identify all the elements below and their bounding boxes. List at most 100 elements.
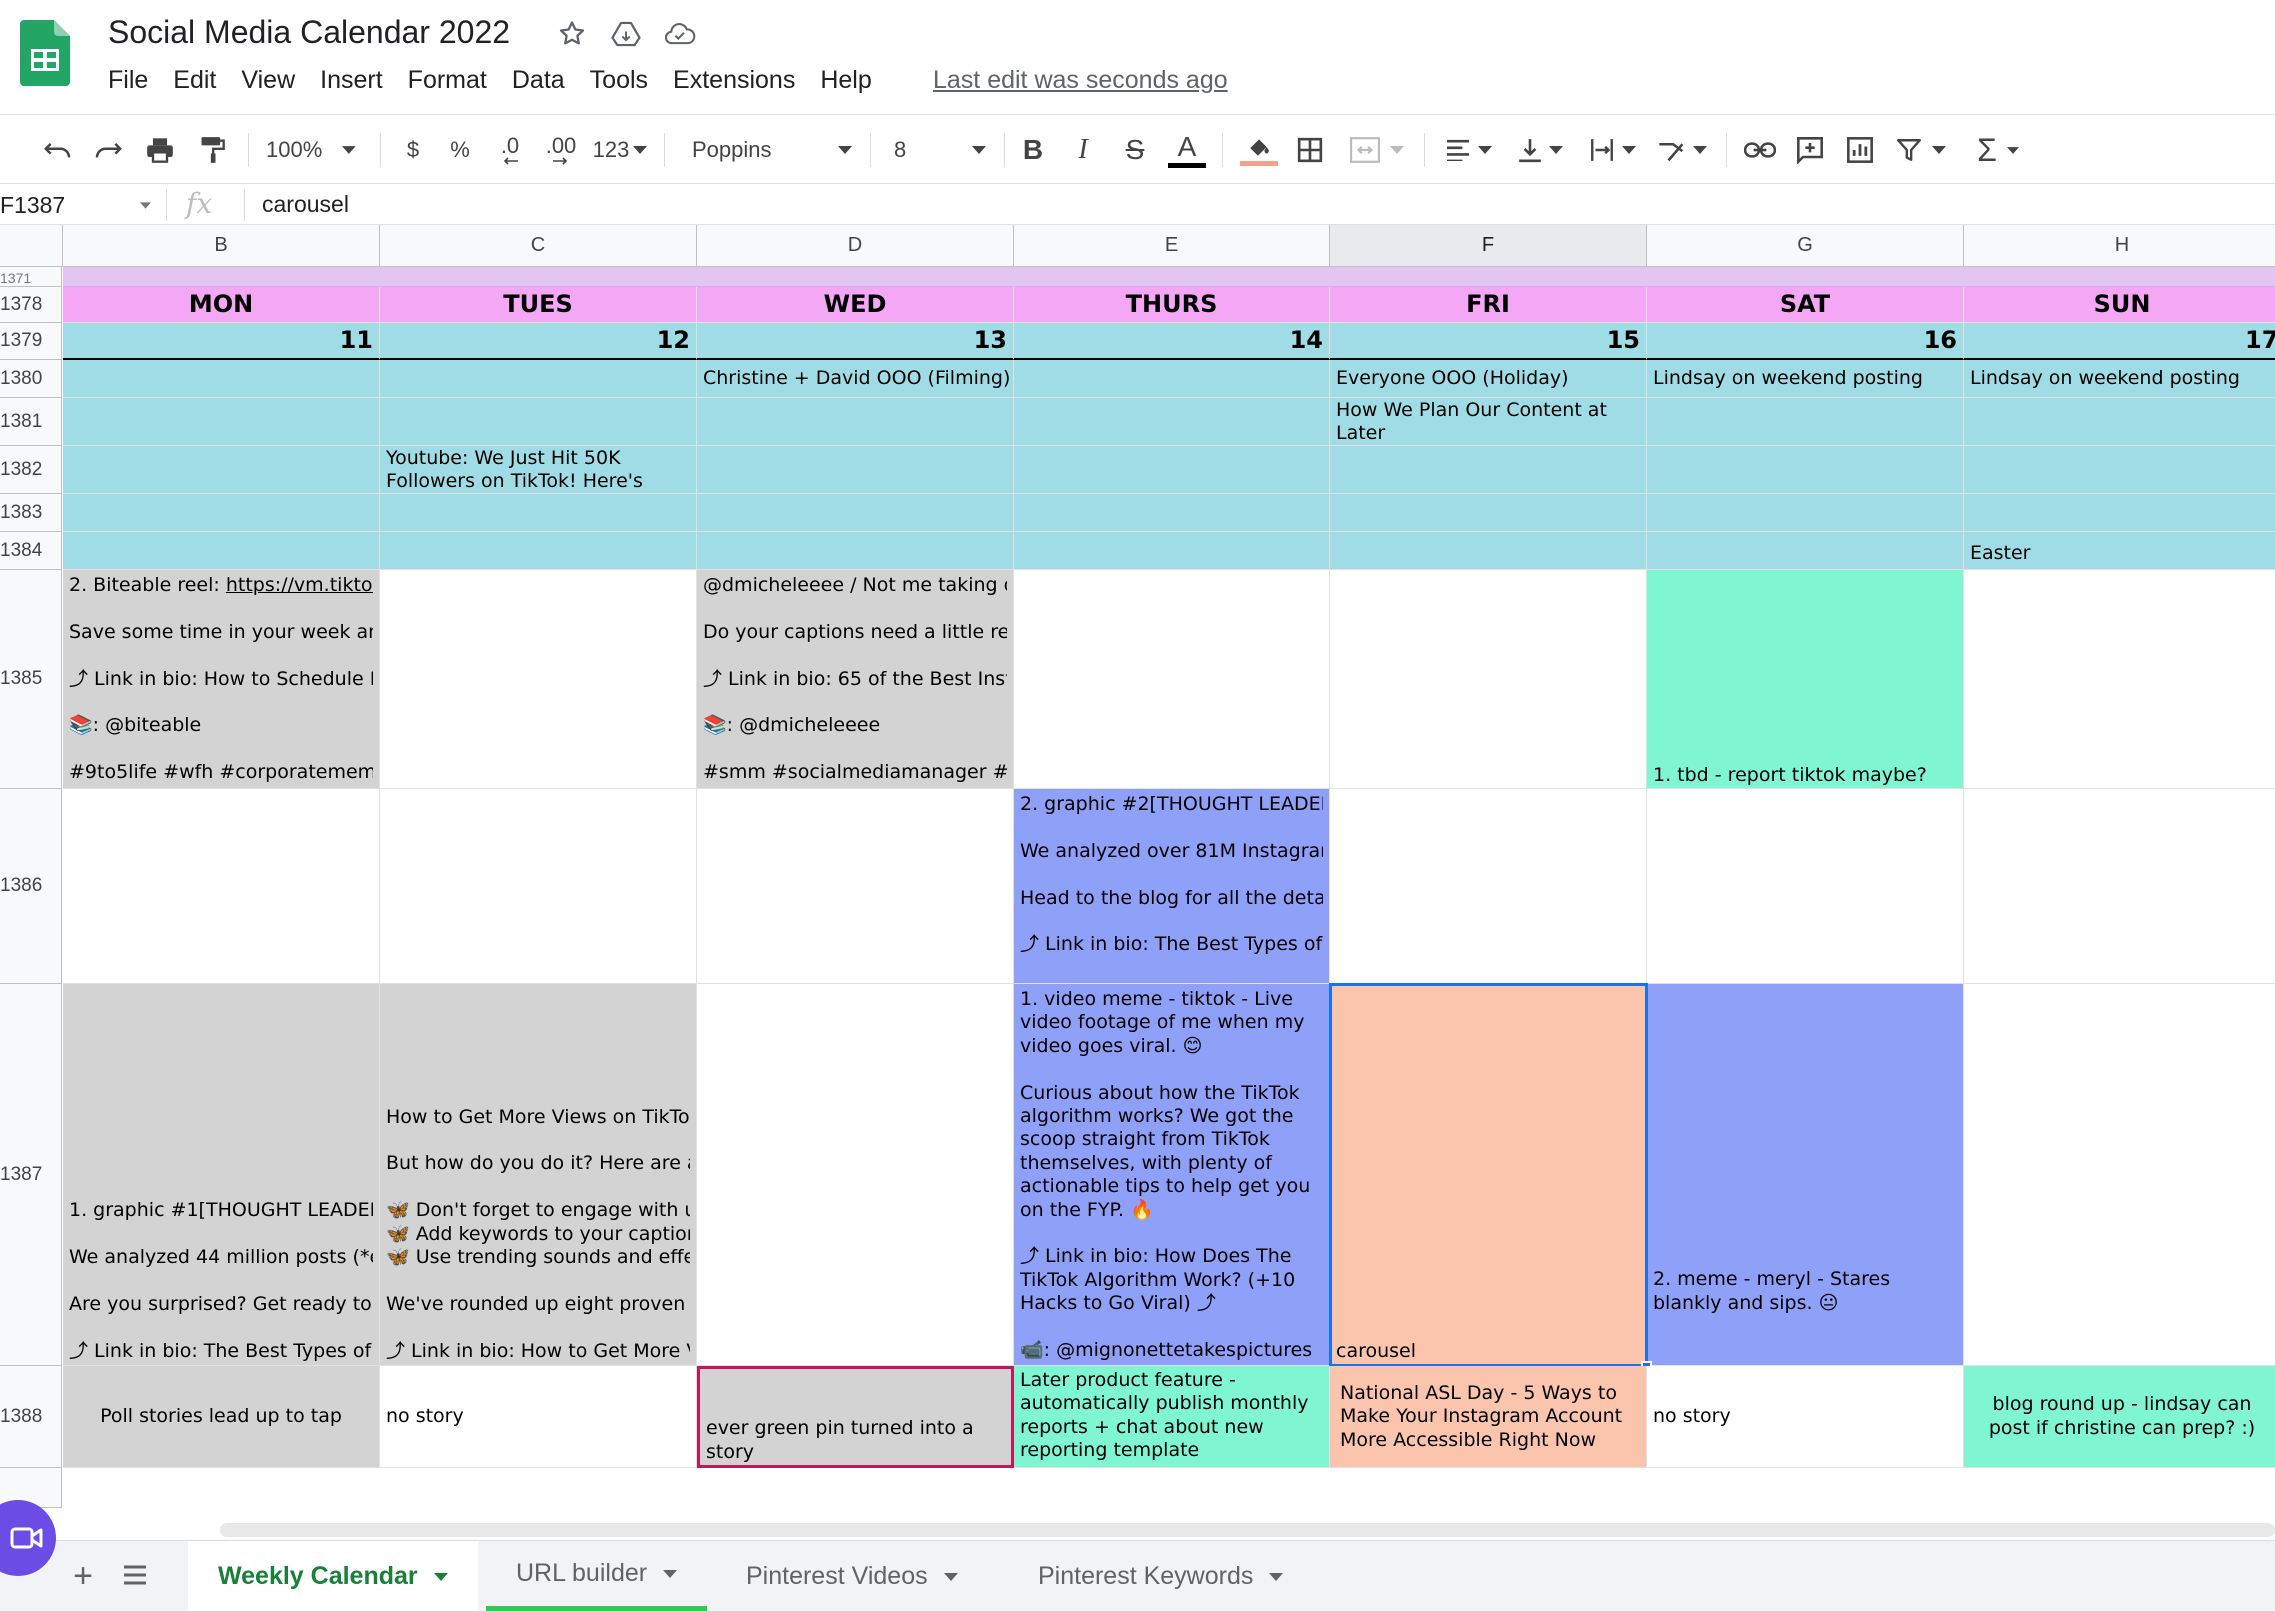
column-header-h[interactable]: H	[1964, 225, 2275, 267]
cell[interactable]	[1964, 789, 2275, 984]
menu-tools[interactable]: Tools	[590, 66, 648, 95]
name-box[interactable]: F1387	[0, 189, 151, 221]
row-header-1386[interactable]: 1386	[0, 789, 62, 984]
menu-insert[interactable]: Insert	[320, 66, 383, 95]
all-sheets-icon[interactable]	[122, 1563, 150, 1589]
cell[interactable]	[1647, 532, 1964, 570]
redo-icon[interactable]	[88, 127, 128, 173]
insert-link-icon[interactable]	[1740, 127, 1780, 173]
cell[interactable]	[1964, 446, 2275, 494]
vertical-align-icon[interactable]	[1512, 127, 1568, 173]
cell[interactable]	[697, 494, 1014, 532]
horizontal-scrollbar[interactable]	[220, 1523, 2275, 1537]
fill-color-icon[interactable]	[1238, 127, 1280, 173]
font-family-select[interactable]: Poppins	[692, 127, 852, 173]
cell[interactable]	[63, 398, 380, 446]
bold-icon[interactable]: B	[1018, 127, 1048, 173]
column-header-d[interactable]: D	[697, 225, 1014, 267]
insert-chart-icon[interactable]	[1840, 127, 1880, 173]
menu-view[interactable]: View	[241, 66, 295, 95]
post-cell[interactable]: 2. Biteable reel: https://vm.tiktok.com/…	[63, 570, 380, 789]
event-cell[interactable]: Lindsay on weekend posting	[1647, 360, 1964, 398]
tab-weekly-calendar[interactable]: Weekly Calendar	[188, 1541, 478, 1611]
post-cell[interactable]: How to Get More Views on TikTok But how …	[380, 984, 697, 1366]
strikethrough-icon[interactable]: S	[1118, 127, 1152, 173]
day-header-wed[interactable]: WED	[697, 287, 1014, 323]
select-all-corner[interactable]	[0, 225, 63, 267]
cell[interactable]	[380, 398, 697, 446]
story-cell[interactable]: Poll stories lead up to tap	[63, 1366, 380, 1468]
column-header-e[interactable]: E	[1014, 225, 1330, 267]
horizontal-align-icon[interactable]	[1440, 127, 1496, 173]
row-header-1378[interactable]: 1378	[0, 287, 62, 323]
menu-help[interactable]: Help	[820, 66, 871, 95]
text-wrapping-icon[interactable]	[1584, 127, 1640, 173]
story-cell[interactable]: ever green pin turned into a story	[697, 1366, 1014, 1468]
text-color-icon[interactable]: A	[1166, 127, 1208, 173]
date-cell[interactable]: 16	[1647, 323, 1964, 360]
cell[interactable]	[1330, 532, 1647, 570]
cell[interactable]	[1014, 494, 1330, 532]
cell[interactable]	[1647, 398, 1964, 446]
post-link[interactable]: https://vm.tiktok.com/	[226, 574, 373, 596]
insert-comment-icon[interactable]	[1790, 127, 1830, 173]
cell[interactable]	[1330, 446, 1647, 494]
cell[interactable]	[380, 360, 697, 398]
story-cell[interactable]: Later product feature - automatically pu…	[1014, 1366, 1330, 1468]
cell[interactable]	[1330, 494, 1647, 532]
cell[interactable]	[1014, 398, 1330, 446]
cell[interactable]	[1330, 789, 1647, 984]
day-header-sun[interactable]: SUN	[1964, 287, 2275, 323]
cell[interactable]	[1964, 570, 2275, 789]
date-cell[interactable]: 11	[63, 323, 380, 360]
event-cell[interactable]: Christine + David OOO (Filming)	[697, 360, 1014, 398]
filter-icon[interactable]	[1892, 127, 1950, 173]
cell[interactable]	[697, 984, 1014, 1366]
day-header-tues[interactable]: TUES	[380, 287, 697, 323]
selected-cell[interactable]: carousel	[1330, 984, 1647, 1366]
day-header-thurs[interactable]: THURS	[1014, 287, 1330, 323]
cell[interactable]	[697, 789, 1014, 984]
add-sheet-icon[interactable]: +	[66, 1557, 100, 1595]
tab-pinterest-videos[interactable]: Pinterest Videos	[716, 1541, 988, 1611]
row-header-1382[interactable]: 1382	[0, 446, 62, 494]
document-title[interactable]: Social Media Calendar 2022	[108, 14, 510, 51]
story-cell[interactable]: blog round up - lindsay can post if chri…	[1964, 1366, 2275, 1468]
increase-decimal-button[interactable]: .00	[538, 127, 584, 173]
undo-icon[interactable]	[38, 127, 78, 173]
column-header-b[interactable]: B	[63, 225, 380, 267]
cell[interactable]	[1964, 398, 2275, 446]
cell[interactable]	[1964, 984, 2275, 1366]
event-cell[interactable]: How We Plan Our Content at Later	[1330, 398, 1647, 446]
cell[interactable]	[697, 398, 1014, 446]
row-header-1380[interactable]: 1380	[0, 360, 62, 398]
cell[interactable]	[697, 446, 1014, 494]
cell[interactable]	[63, 494, 380, 532]
day-header-sat[interactable]: SAT	[1647, 287, 1964, 323]
cell[interactable]	[1014, 446, 1330, 494]
post-cell[interactable]: 1. graphic #1[THOUGHT LEADERSHIP We anal…	[63, 984, 380, 1366]
column-header-g[interactable]: G	[1647, 225, 1964, 267]
row-header-1381[interactable]: 1381	[0, 398, 62, 446]
story-cell[interactable]: National ASL Day - 5 Ways to Make Your I…	[1330, 1366, 1647, 1468]
menu-edit[interactable]: Edit	[173, 66, 216, 95]
percent-format-button[interactable]: %	[445, 127, 475, 173]
cell[interactable]	[1330, 570, 1647, 789]
borders-icon[interactable]	[1292, 127, 1328, 173]
cell[interactable]	[1647, 494, 1964, 532]
menu-data[interactable]: Data	[512, 66, 565, 95]
post-cell[interactable]: 2. meme - meryl - Stares blankly and sip…	[1647, 984, 1964, 1366]
text-rotation-icon[interactable]	[1652, 127, 1712, 173]
functions-icon[interactable]: Σ	[1970, 127, 2026, 173]
post-cell[interactable]: @dmicheleeee / Not me taking on Do your …	[697, 570, 1014, 789]
tab-url-builder[interactable]: URL builder	[486, 1541, 708, 1611]
day-header-mon[interactable]: MON	[63, 287, 380, 323]
formula-input[interactable]: carousel	[262, 191, 349, 218]
paint-format-icon[interactable]	[192, 127, 232, 173]
cell[interactable]	[1647, 789, 1964, 984]
row-header-1385[interactable]: 1385	[0, 570, 62, 789]
date-cell[interactable]: 15	[1330, 323, 1647, 360]
move-to-drive-icon[interactable]	[606, 14, 646, 54]
zoom-select[interactable]: 100%	[266, 127, 356, 173]
event-cell[interactable]: Everyone OOO (Holiday)	[1330, 360, 1647, 398]
